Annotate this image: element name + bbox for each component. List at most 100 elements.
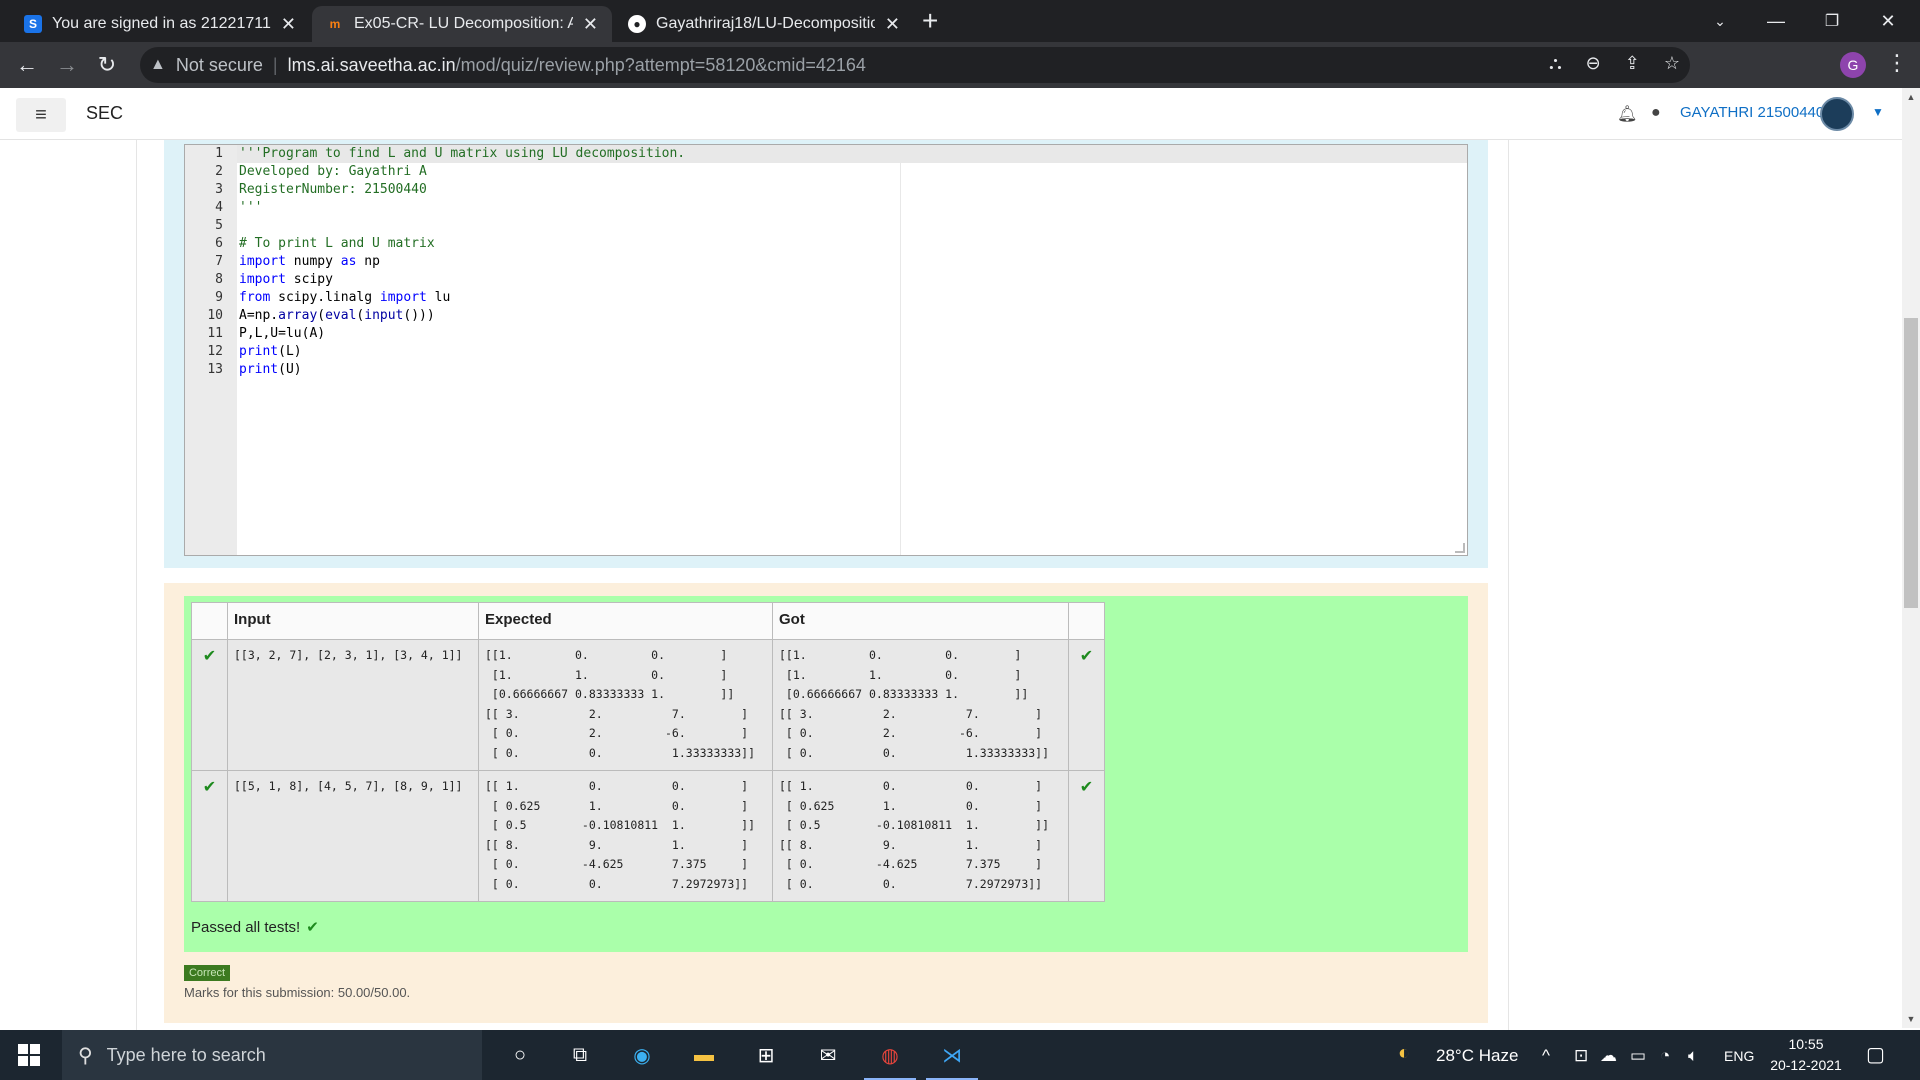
mail-icon[interactable]: ✉ [812, 1039, 844, 1071]
close-tab-icon[interactable]: ✕ [281, 14, 296, 35]
back-arrow-icon[interactable]: ← [12, 50, 42, 80]
header-expected: Expected [478, 602, 773, 640]
minimize-button[interactable]: — [1748, 0, 1804, 42]
share-icon[interactable]: ⇪ [1625, 53, 1640, 74]
volume-icon[interactable]: 🔈︎ [1688, 1046, 1698, 1066]
code-text: import scipy [239, 271, 333, 289]
code-editor[interactable]: 1 '''Program to find L and U matrix using… [184, 144, 1468, 556]
code-token: np [356, 254, 380, 269]
weather-text[interactable]: 28°C Haze [1436, 1046, 1518, 1066]
close-window-button[interactable]: ✕ [1860, 0, 1916, 42]
more-menu-icon[interactable]: ⋮ [1886, 50, 1908, 76]
battery-icon[interactable]: ▭ [1630, 1046, 1646, 1066]
user-menu-name[interactable]: GAYATHRI 21500440 [1680, 104, 1824, 121]
microsoft-store-icon[interactable]: ⊞ [750, 1039, 782, 1071]
divider: | [272, 54, 278, 75]
code-token: eval [325, 308, 357, 323]
scroll-down-arrow-icon[interactable]: ▼ [1904, 1014, 1918, 1024]
chrome-icon[interactable]: ◍ [874, 1039, 906, 1071]
line-number: 1 [215, 146, 223, 161]
reload-icon[interactable]: ↻ [92, 50, 122, 80]
code-token: scipy.linalg [270, 290, 380, 305]
restore-button[interactable]: ❐ [1804, 0, 1860, 42]
bookmark-star-icon[interactable]: ☆ [1664, 53, 1680, 74]
notification-center-icon[interactable]: ▢ [1866, 1042, 1885, 1067]
zoom-icon[interactable]: ⊖ [1586, 53, 1601, 74]
user-menu-caret-icon[interactable]: ▼ [1872, 105, 1884, 119]
code-token: RegisterNumber: 21500440 [239, 182, 427, 197]
tab-lu-decomposition[interactable]: m Ex05-CR- LU Decomposition: Atte ✕ [312, 6, 612, 42]
translate-icon[interactable]: ⛬ [1549, 53, 1562, 74]
code-token: input [364, 308, 404, 323]
scrollbar-thumb[interactable] [1904, 318, 1918, 608]
moodle-favicon-icon: m [329, 17, 341, 31]
forward-arrow-icon[interactable]: → [52, 50, 82, 80]
file-explorer-icon[interactable]: ▬ [688, 1039, 720, 1071]
code-token: array [278, 308, 318, 323]
code-text: print(U) [239, 361, 302, 379]
code-token: # To print L and U matrix [239, 236, 435, 251]
notifications-bell-icon[interactable]: 🔔︎ [1617, 104, 1637, 124]
close-tab-icon[interactable]: ✕ [583, 14, 598, 35]
tab-signed-in[interactable]: S You are signed in as 2122171141 ✕ [10, 6, 310, 42]
code-token: (L) [278, 344, 302, 359]
header-result [1068, 602, 1105, 640]
header-input: Input [227, 602, 479, 640]
cortana-icon[interactable]: ○ [504, 1039, 536, 1071]
code-token: print [239, 344, 279, 359]
code-token: ())) [403, 308, 435, 323]
vscode-icon[interactable]: ⋊ [936, 1039, 968, 1071]
close-tab-icon[interactable]: ✕ [885, 14, 900, 35]
task-view-icon[interactable]: ⧉ [564, 1039, 596, 1071]
code-token: '''Program to find L and U matrix using … [239, 146, 686, 161]
address-bar[interactable]: ▲ Not secure | lms.ai.saveetha.ac.in/mod… [140, 47, 1690, 83]
code-text: RegisterNumber: 21500440 [239, 181, 427, 199]
hamburger-menu-icon[interactable]: ≡ [16, 98, 66, 132]
scroll-up-arrow-icon[interactable]: ▲ [1904, 92, 1918, 102]
edge-browser-icon[interactable]: ◉ [626, 1039, 658, 1071]
tab-title: You are signed in as 2122171141 [52, 15, 271, 32]
wifi-icon[interactable]: ◔ [1660, 1046, 1670, 1066]
search-icon: ⚲ [78, 1044, 93, 1067]
code-token: from [239, 290, 271, 305]
signin-favicon-icon: S [24, 15, 42, 33]
expected-cell: [[ 1. 0. 0. ] [ 0.625 1. 0. ] [ 0.5 -0.1… [478, 770, 773, 902]
check-icon: ✔ [306, 919, 319, 936]
check-icon: ✔ [191, 770, 228, 902]
passed-text: Passed all tests! [191, 919, 301, 936]
new-tab-button[interactable]: + [922, 6, 938, 36]
show-hidden-icons-icon[interactable]: ^ [1542, 1046, 1550, 1066]
line-number: 12 [207, 344, 223, 359]
clock-date: 20-12-2021 [1770, 1057, 1842, 1073]
profile-avatar[interactable]: G [1840, 52, 1866, 78]
tab-github[interactable]: ● Gayathriraj18/LU-Decomposition ✕ [614, 6, 914, 42]
code-text: '''Program to find L and U matrix using … [239, 145, 685, 163]
windows-start-icon[interactable] [18, 1044, 40, 1066]
got-cell: [[1. 0. 0. ] [1. 1. 0. ] [0.66666667 0.8… [772, 639, 1069, 771]
messages-chat-icon[interactable]: ● [1651, 104, 1661, 122]
taskbar-search-box[interactable]: ⚲ Type here to search [62, 1030, 482, 1080]
code-token: print [239, 362, 279, 377]
code-text: print(L) [239, 343, 302, 361]
tab-search-icon[interactable]: ⌄ [1692, 0, 1748, 42]
url-host: lms.ai.saveetha.ac.in [287, 54, 456, 75]
warning-triangle-icon: ▲ [150, 56, 166, 73]
weather-sun-icon[interactable]: ◐ [1398, 1042, 1410, 1065]
marks-text: Marks for this submission: 50.00/50.00. [184, 985, 411, 1000]
taskbar-clock[interactable]: 10:55 20-12-2021 [1766, 1034, 1846, 1076]
line-number: 13 [207, 362, 223, 377]
code-text: A=np.array(eval(input())) [239, 307, 435, 325]
header-status [191, 602, 228, 640]
onedrive-cloud-icon[interactable]: ☁ [1600, 1046, 1617, 1066]
meet-now-icon[interactable]: ⊡ [1574, 1046, 1588, 1066]
line-number: 11 [207, 326, 223, 341]
resize-handle-icon[interactable] [1455, 543, 1465, 553]
header-got: Got [772, 602, 1069, 640]
user-avatar[interactable] [1820, 97, 1854, 131]
line-number: 4 [215, 200, 223, 215]
code-token: (U) [278, 362, 302, 377]
language-indicator[interactable]: ENG [1724, 1048, 1754, 1064]
print-margin [900, 145, 901, 555]
code-token: as [340, 254, 357, 269]
site-brand[interactable]: SEC [86, 103, 123, 124]
